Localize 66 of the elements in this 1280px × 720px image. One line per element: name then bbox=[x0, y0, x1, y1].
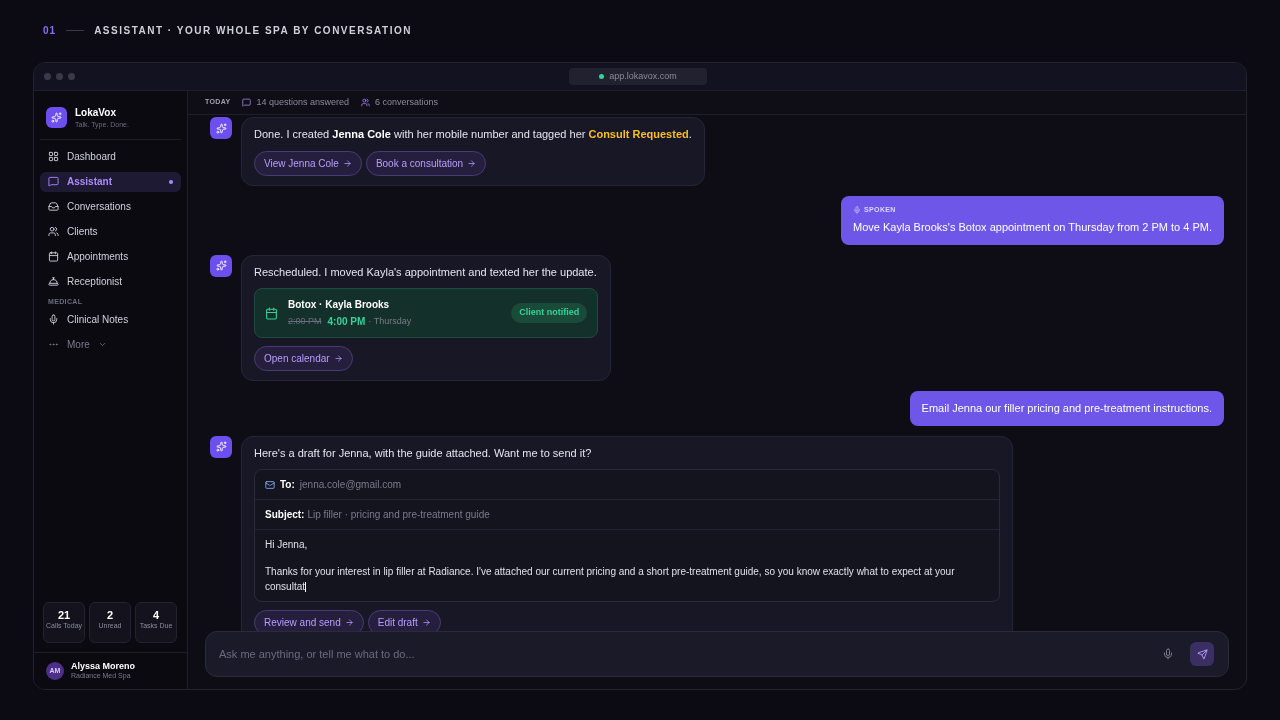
old-time: 2:00 PM bbox=[288, 314, 322, 328]
chat-bubble-icon bbox=[48, 176, 59, 187]
appointment-day: · Thursday bbox=[368, 314, 412, 329]
message-text: Move Kayla Brooks's Botox appointment on Thursday from 2 PM to 4 PM. bbox=[853, 220, 1212, 235]
users-icon bbox=[361, 98, 371, 107]
action-button[interactable]: Edit draft bbox=[367, 610, 441, 631]
recipient-email: jenna.cole@gmail.com bbox=[299, 478, 402, 492]
inbox-icon bbox=[48, 201, 59, 212]
nav-item[interactable]: Clinical Notes bbox=[40, 309, 181, 329]
action-button[interactable]: Review and send bbox=[254, 610, 364, 631]
sparkle-icon bbox=[215, 122, 227, 134]
action-button[interactable]: View Jenna Cole bbox=[254, 150, 362, 176]
nav-item[interactable]: Appointments bbox=[40, 246, 181, 267]
mail-icon bbox=[265, 479, 275, 490]
stat-value: 21 bbox=[57, 608, 71, 622]
calendar-icon bbox=[48, 251, 59, 262]
action-button[interactable]: Book a consultation bbox=[365, 150, 487, 176]
sparkle-icon bbox=[215, 260, 227, 271]
brand-name: LokaVox bbox=[75, 106, 117, 120]
arrow-right-icon bbox=[421, 618, 431, 627]
arrow-right-icon bbox=[467, 158, 477, 168]
calendar-icon bbox=[265, 306, 278, 320]
arrow-right-icon bbox=[344, 618, 354, 627]
send-icon bbox=[1196, 648, 1208, 660]
nav-item[interactable]: Clients bbox=[40, 221, 181, 242]
nav-item[interactable]: Receptionist bbox=[40, 271, 181, 292]
bell-icon bbox=[48, 276, 59, 287]
logo-icon bbox=[46, 107, 67, 129]
microphone-icon[interactable] bbox=[1162, 648, 1174, 660]
nav-item[interactable]: Dashboard bbox=[40, 146, 181, 167]
user-name: Alyssa Moreno bbox=[71, 660, 136, 671]
arrow-right-icon bbox=[333, 354, 343, 363]
section-title: ASSISTANT · YOUR WHOLE SPA BY CONVERSATION bbox=[94, 23, 412, 38]
text-cursor bbox=[305, 582, 307, 593]
subject-label: Subject: bbox=[265, 508, 305, 522]
grid-icon bbox=[48, 151, 59, 162]
message-text: Rescheduled. I moved Kayla's appointment and texted her the update. bbox=[254, 264, 598, 280]
message-text: Here's a draft for Jenna, with the guide attached. Want me to send it? bbox=[254, 445, 593, 461]
status-badge: Client notified bbox=[511, 303, 588, 323]
message-input[interactable]: Ask me anything, or tell me what to do... bbox=[205, 631, 1229, 677]
subject-text: Lip filler · pricing and pre-treatment guide bbox=[307, 508, 490, 522]
more-button[interactable]: More bbox=[40, 334, 181, 354]
stat-value: 4 bbox=[152, 608, 160, 622]
appointment-title: Botox · Kayla Brooks bbox=[288, 298, 391, 312]
stat-text: 6 conversations bbox=[375, 95, 439, 109]
new-time: 4:00 PM bbox=[327, 315, 366, 329]
stat-value: 2 bbox=[106, 608, 114, 622]
microphone-icon bbox=[48, 313, 59, 325]
email-body-text: Thanks for your interest in lip filler at Radiance. I've attached our current pricing and a short pre-treatment guide, so you know exactly what to expect at your consultat bbox=[265, 565, 956, 594]
microphone-icon bbox=[853, 205, 862, 214]
stat-text: 14 questions answered bbox=[256, 95, 350, 109]
composer-input[interactable]: Ask me anything, or tell me what to do... bbox=[219, 645, 1162, 663]
users-icon bbox=[48, 226, 59, 237]
send-button[interactable] bbox=[1190, 642, 1214, 666]
message-text: Done. I created Jenna Cole with her mobile number and tagged her Consult Requested. bbox=[254, 127, 692, 142]
action-button[interactable]: Open calendar bbox=[254, 346, 353, 371]
message-text: Email Jenna our filler pricing and pre-treatment instructions. bbox=[921, 401, 1212, 416]
arrow-right-icon bbox=[342, 158, 352, 168]
nav-item[interactable]: Assistant bbox=[40, 171, 181, 192]
section-number: 01 bbox=[43, 23, 57, 38]
email-body-text: Hi Jenna, bbox=[265, 538, 309, 552]
url-bar: app.lokavox.com bbox=[569, 68, 707, 85]
nav-item[interactable]: Conversations bbox=[40, 196, 181, 217]
to-label: To: bbox=[280, 478, 295, 492]
chat-bubble-icon bbox=[242, 98, 252, 107]
sparkle-icon bbox=[215, 441, 227, 452]
